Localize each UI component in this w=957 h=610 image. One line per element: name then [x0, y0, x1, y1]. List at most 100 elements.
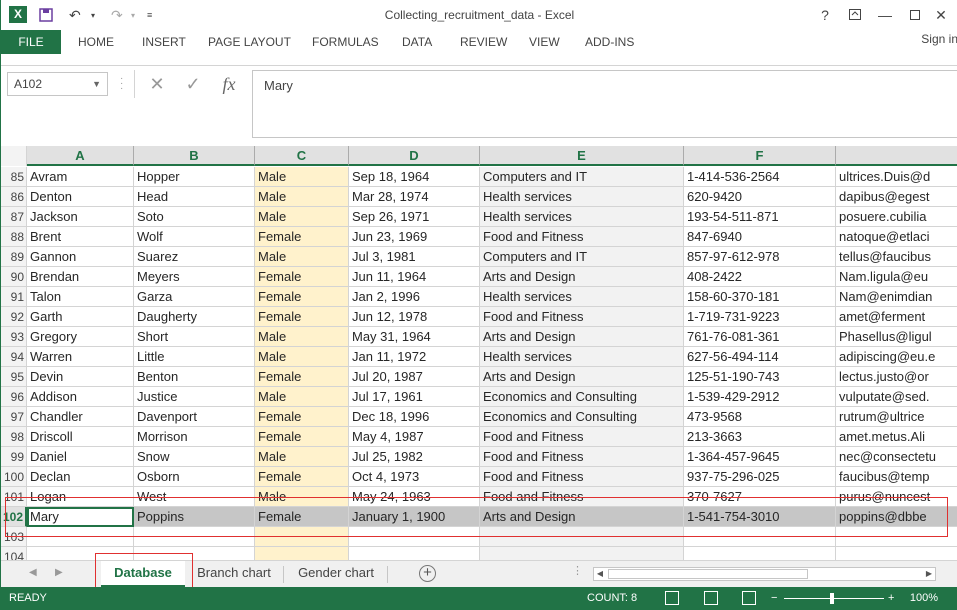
cell-a[interactable]: Gregory: [27, 327, 134, 347]
sheet-tab-branch-chart[interactable]: Branch chart: [189, 561, 279, 587]
cell-b[interactable]: Davenport: [134, 407, 255, 427]
column-header-e[interactable]: E: [480, 146, 684, 166]
cell-f[interactable]: 408-2422: [684, 267, 836, 287]
help-button[interactable]: ?: [813, 5, 837, 25]
cell-d[interactable]: Sep 18, 1964: [349, 167, 480, 187]
cell-e[interactable]: [480, 547, 684, 560]
column-header-b[interactable]: B: [134, 146, 255, 166]
row-number[interactable]: 87: [1, 207, 27, 227]
cell-a[interactable]: Avram: [27, 167, 134, 187]
cell-g[interactable]: amet@ferment: [836, 307, 957, 327]
zoom-in-button[interactable]: +: [888, 587, 894, 610]
cell-f[interactable]: 627-56-494-114: [684, 347, 836, 367]
cell-a[interactable]: Daniel: [27, 447, 134, 467]
cell-c[interactable]: Male: [255, 447, 349, 467]
cell-c[interactable]: Male: [255, 247, 349, 267]
cell-a[interactable]: Addison: [27, 387, 134, 407]
column-header-g[interactable]: [836, 146, 957, 166]
chevron-down-icon[interactable]: ▼: [92, 73, 101, 95]
cell-b[interactable]: Justice: [134, 387, 255, 407]
cell-d[interactable]: Jun 23, 1969: [349, 227, 480, 247]
page-layout-view-icon[interactable]: [704, 591, 718, 605]
cell-c[interactable]: Male: [255, 207, 349, 227]
cell-d[interactable]: Jan 2, 1996: [349, 287, 480, 307]
cell-g[interactable]: ultrices.Duis@d: [836, 167, 957, 187]
cell-f[interactable]: 213-3663: [684, 427, 836, 447]
cell-b[interactable]: Osborn: [134, 467, 255, 487]
zoom-slider[interactable]: [784, 598, 884, 599]
cell-e[interactable]: Health services: [480, 187, 684, 207]
column-header-a[interactable]: A: [27, 146, 134, 166]
cell-g[interactable]: amet.metus.Ali: [836, 427, 957, 447]
cell-b[interactable]: Wolf: [134, 227, 255, 247]
row-number[interactable]: 104: [1, 547, 27, 560]
formula-input[interactable]: Mary: [252, 70, 957, 138]
cell-d[interactable]: Oct 4, 1973: [349, 467, 480, 487]
cell-b[interactable]: Head: [134, 187, 255, 207]
cell-b[interactable]: Suarez: [134, 247, 255, 267]
cell-b[interactable]: Garza: [134, 287, 255, 307]
horizontal-scrollbar[interactable]: ◀ ▶: [593, 567, 936, 581]
cell-f[interactable]: 1-719-731-9223: [684, 307, 836, 327]
cell-b[interactable]: Snow: [134, 447, 255, 467]
cell-c[interactable]: Female: [255, 427, 349, 447]
cell-e[interactable]: Computers and IT: [480, 247, 684, 267]
cell-d[interactable]: May 4, 1987: [349, 427, 480, 447]
cell-f[interactable]: 847-6940: [684, 227, 836, 247]
scroll-right-icon[interactable]: ▶: [923, 568, 935, 580]
cell-f[interactable]: 937-75-296-025: [684, 467, 836, 487]
cell-e[interactable]: Food and Fitness: [480, 467, 684, 487]
cell-b[interactable]: Little: [134, 347, 255, 367]
minimize-button[interactable]: —: [873, 5, 897, 25]
cell-c[interactable]: Female: [255, 467, 349, 487]
cell-g[interactable]: Nam.ligula@eu: [836, 267, 957, 287]
cell-e[interactable]: Arts and Design: [480, 367, 684, 387]
cell-e[interactable]: Arts and Design: [480, 327, 684, 347]
normal-view-icon[interactable]: [665, 591, 679, 605]
cell-b[interactable]: Hopper: [134, 167, 255, 187]
sign-in-link[interactable]: Sign in: [921, 30, 957, 48]
insert-function-button[interactable]: fx: [215, 72, 243, 96]
cell-g[interactable]: natoque@etlaci: [836, 227, 957, 247]
row-number[interactable]: 86: [1, 187, 27, 207]
row-number[interactable]: 96: [1, 387, 27, 407]
column-header-f[interactable]: F: [684, 146, 836, 166]
cell-d[interactable]: Jul 17, 1961: [349, 387, 480, 407]
cell-a[interactable]: Brent: [27, 227, 134, 247]
tab-formulas[interactable]: FORMULAS: [312, 30, 379, 54]
cell-c[interactable]: Female: [255, 287, 349, 307]
cell-f[interactable]: 158-60-370-181: [684, 287, 836, 307]
new-sheet-button[interactable]: +: [419, 565, 436, 582]
select-all-corner[interactable]: [1, 146, 27, 166]
cell-e[interactable]: Health services: [480, 347, 684, 367]
cell-e[interactable]: Food and Fitness: [480, 427, 684, 447]
cell-f[interactable]: 1-364-457-9645: [684, 447, 836, 467]
cell-g[interactable]: faucibus@temp: [836, 467, 957, 487]
cell-e[interactable]: Arts and Design: [480, 267, 684, 287]
row-number[interactable]: 98: [1, 427, 27, 447]
scroll-left-icon[interactable]: ◀: [594, 568, 606, 580]
restore-icon[interactable]: [903, 5, 927, 25]
cancel-entry-button[interactable]: ✕: [143, 72, 171, 96]
row-number[interactable]: 89: [1, 247, 27, 267]
cell-d[interactable]: Mar 28, 1974: [349, 187, 480, 207]
cell-d[interactable]: [349, 547, 480, 560]
row-number[interactable]: 91: [1, 287, 27, 307]
row-number[interactable]: 88: [1, 227, 27, 247]
tab-review[interactable]: REVIEW: [460, 30, 507, 54]
cell-b[interactable]: Short: [134, 327, 255, 347]
cell-c[interactable]: Male: [255, 387, 349, 407]
cell-a[interactable]: Brendan: [27, 267, 134, 287]
cell-a[interactable]: Declan: [27, 467, 134, 487]
tab-data[interactable]: DATA: [402, 30, 432, 54]
row-number[interactable]: 95: [1, 367, 27, 387]
cell-a[interactable]: Denton: [27, 187, 134, 207]
cell-d[interactable]: Dec 18, 1996: [349, 407, 480, 427]
enter-entry-button[interactable]: ✓: [179, 72, 207, 96]
cell-e[interactable]: Food and Fitness: [480, 227, 684, 247]
cell-c[interactable]: Male: [255, 327, 349, 347]
scrollbar-thumb[interactable]: [608, 569, 808, 579]
cell-f[interactable]: 193-54-511-871: [684, 207, 836, 227]
cell-e[interactable]: Health services: [480, 207, 684, 227]
cell-d[interactable]: Jan 11, 1972: [349, 347, 480, 367]
